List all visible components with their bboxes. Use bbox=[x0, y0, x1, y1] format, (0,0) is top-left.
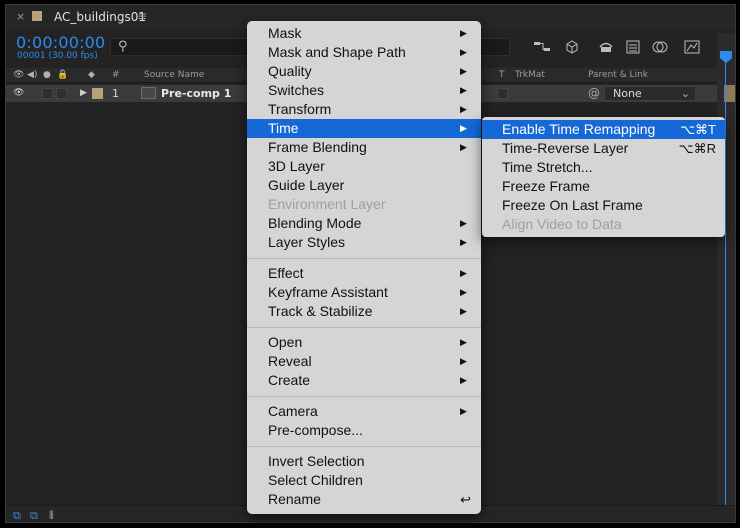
shortcut-label: ⌥⌘R bbox=[678, 141, 716, 156]
submenu-arrow-icon: ▶ bbox=[460, 306, 467, 316]
playhead-line bbox=[725, 61, 726, 521]
timeline-area[interactable] bbox=[717, 33, 735, 522]
trkmat-header: TrkMat bbox=[515, 70, 545, 80]
submenu-item-freeze-frame[interactable]: Freeze Frame bbox=[482, 177, 725, 196]
submenu-arrow-icon: ▶ bbox=[460, 356, 467, 366]
submenu-arrow-icon: ▶ bbox=[460, 47, 467, 57]
menu-item-rename[interactable]: Rename ↩ bbox=[247, 490, 481, 509]
menu-item-time[interactable]: Time ▶ bbox=[247, 119, 481, 138]
submenu-item-time-reverse-layer[interactable]: Time-Reverse Layer ⌥⌘R bbox=[482, 139, 725, 158]
parent-select-value: None bbox=[613, 87, 642, 100]
draft-3d-icon[interactable] bbox=[562, 39, 582, 55]
submenu-item-align-video-to-data: Align Video to Data bbox=[502, 216, 622, 232]
layer-switches-toggle-icon[interactable]: ⧉ bbox=[13, 509, 21, 522]
lock-switch[interactable] bbox=[56, 88, 67, 99]
solo-header-icon: ● bbox=[43, 70, 51, 80]
menu-item-transform[interactable]: Transform ▶ bbox=[247, 100, 481, 119]
menu-item-blending-mode[interactable]: Blending Mode ▶ bbox=[247, 214, 481, 233]
precomp-icon bbox=[141, 87, 156, 99]
in-out-toggle-icon[interactable]: ⦀ bbox=[49, 509, 54, 522]
expand-twirl-icon[interactable]: ▶ bbox=[80, 88, 87, 98]
menu-item-environment-layer: Environment Layer bbox=[268, 196, 386, 212]
label-header-icon: ◆ bbox=[88, 70, 95, 80]
solo-switch[interactable] bbox=[42, 88, 53, 99]
layer-number-header: # bbox=[112, 70, 120, 80]
chevron-down-icon: ⌄ bbox=[680, 87, 690, 100]
search-icon: ⚲ bbox=[118, 39, 128, 54]
frame-rate-info: 00001 (30.00 fps) bbox=[17, 51, 98, 61]
return-key-icon: ↩ bbox=[460, 492, 471, 507]
menu-item-guide-layer[interactable]: Guide Layer bbox=[247, 176, 481, 195]
submenu-arrow-icon: ▶ bbox=[460, 104, 467, 114]
close-tab-icon[interactable]: × bbox=[16, 10, 25, 23]
video-visibility-icon[interactable]: 👁 bbox=[13, 88, 24, 98]
layer-label-color[interactable] bbox=[92, 88, 103, 99]
menu-item-switches[interactable]: Switches ▶ bbox=[247, 81, 481, 100]
submenu-arrow-icon: ▶ bbox=[460, 123, 467, 133]
menu-item-create[interactable]: Create ▶ bbox=[247, 371, 481, 390]
menu-item-open[interactable]: Open ▶ bbox=[247, 333, 481, 352]
audio-header-icon: ◀) bbox=[27, 70, 38, 80]
submenu-arrow-icon: ▶ bbox=[460, 337, 467, 347]
menu-separator bbox=[247, 258, 481, 259]
submenu-arrow-icon: ▶ bbox=[460, 237, 467, 247]
layer-context-menu: Mask ▶ Mask and Shape Path ▶ Quality ▶ Swit… bbox=[247, 21, 481, 514]
menu-separator bbox=[247, 327, 481, 328]
submenu-arrow-icon: ▶ bbox=[460, 287, 467, 297]
submenu-item-freeze-on-last-frame[interactable]: Freeze On Last Frame bbox=[482, 196, 725, 215]
submenu-arrow-icon: ▶ bbox=[460, 218, 467, 228]
submenu-arrow-icon: ▶ bbox=[460, 142, 467, 152]
panel-menu-icon[interactable]: ≡ bbox=[137, 9, 147, 23]
submenu-arrow-icon: ▶ bbox=[460, 375, 467, 385]
menu-item-keyframe-assistant[interactable]: Keyframe Assistant ▶ bbox=[247, 283, 481, 302]
comp-label-color bbox=[32, 11, 42, 21]
current-time-display[interactable]: 0:00:00:00 bbox=[16, 33, 105, 52]
shortcut-label: ⌥⌘T bbox=[680, 122, 716, 137]
submenu-item-enable-time-remapping[interactable]: Enable Time Remapping ⌥⌘T bbox=[482, 120, 725, 139]
menu-item-effect[interactable]: Effect ▶ bbox=[247, 264, 481, 283]
time-submenu: Enable Time Remapping ⌥⌘T Time-Reverse La… bbox=[482, 117, 725, 237]
submenu-item-time-stretch[interactable]: Time Stretch... bbox=[482, 158, 725, 177]
frame-blending-icon[interactable] bbox=[623, 39, 643, 55]
layer-name[interactable]: Pre-comp 1 bbox=[161, 87, 231, 100]
graph-editor-icon[interactable] bbox=[682, 39, 702, 55]
submenu-arrow-icon: ▶ bbox=[460, 268, 467, 278]
submenu-arrow-icon: ▶ bbox=[460, 28, 467, 38]
lock-header-icon: 🔒 bbox=[57, 70, 69, 80]
menu-item-quality[interactable]: Quality ▶ bbox=[247, 62, 481, 81]
menu-item-3d-layer[interactable]: 3D Layer bbox=[247, 157, 481, 176]
menu-item-select-children[interactable]: Select Children bbox=[247, 471, 481, 490]
transfer-controls-toggle-icon[interactable]: ⧉ bbox=[30, 509, 38, 522]
menu-item-mask-and-shape-path[interactable]: Mask and Shape Path ▶ bbox=[247, 43, 481, 62]
motion-blur-icon[interactable] bbox=[650, 39, 670, 55]
track-matte-t-header: T bbox=[499, 70, 505, 80]
menu-item-mask[interactable]: Mask ▶ bbox=[247, 24, 481, 43]
submenu-arrow-icon: ▶ bbox=[460, 85, 467, 95]
parent-link-header: Parent & Link bbox=[588, 70, 648, 80]
menu-item-camera[interactable]: Camera ▶ bbox=[247, 402, 481, 421]
trkmat-cell[interactable] bbox=[497, 88, 508, 99]
menu-item-invert-selection[interactable]: Invert Selection bbox=[247, 452, 481, 471]
menu-item-reveal[interactable]: Reveal ▶ bbox=[247, 352, 481, 371]
layer-number: 1 bbox=[112, 87, 119, 100]
submenu-arrow-icon: ▶ bbox=[460, 406, 467, 416]
composition-tab-title[interactable]: AC_buildings01 bbox=[54, 10, 146, 24]
menu-item-layer-styles[interactable]: Layer Styles ▶ bbox=[247, 233, 481, 252]
menu-separator bbox=[247, 396, 481, 397]
hide-shy-layers-icon[interactable] bbox=[596, 39, 616, 55]
video-visibility-header-icon: 👁 bbox=[13, 70, 25, 80]
comp-mini-flowchart-icon[interactable] bbox=[532, 39, 552, 55]
menu-item-frame-blending[interactable]: Frame Blending ▶ bbox=[247, 138, 481, 157]
menu-separator bbox=[247, 446, 481, 447]
menu-item-pre-compose[interactable]: Pre-compose... bbox=[247, 421, 481, 440]
source-name-header[interactable]: Source Name bbox=[144, 70, 204, 80]
pick-whip-icon[interactable]: @ bbox=[588, 86, 600, 100]
menu-item-track-stabilize[interactable]: Track & Stabilize ▶ bbox=[247, 302, 481, 321]
submenu-arrow-icon: ▶ bbox=[460, 66, 467, 76]
parent-select[interactable]: None ⌄ bbox=[604, 86, 696, 101]
